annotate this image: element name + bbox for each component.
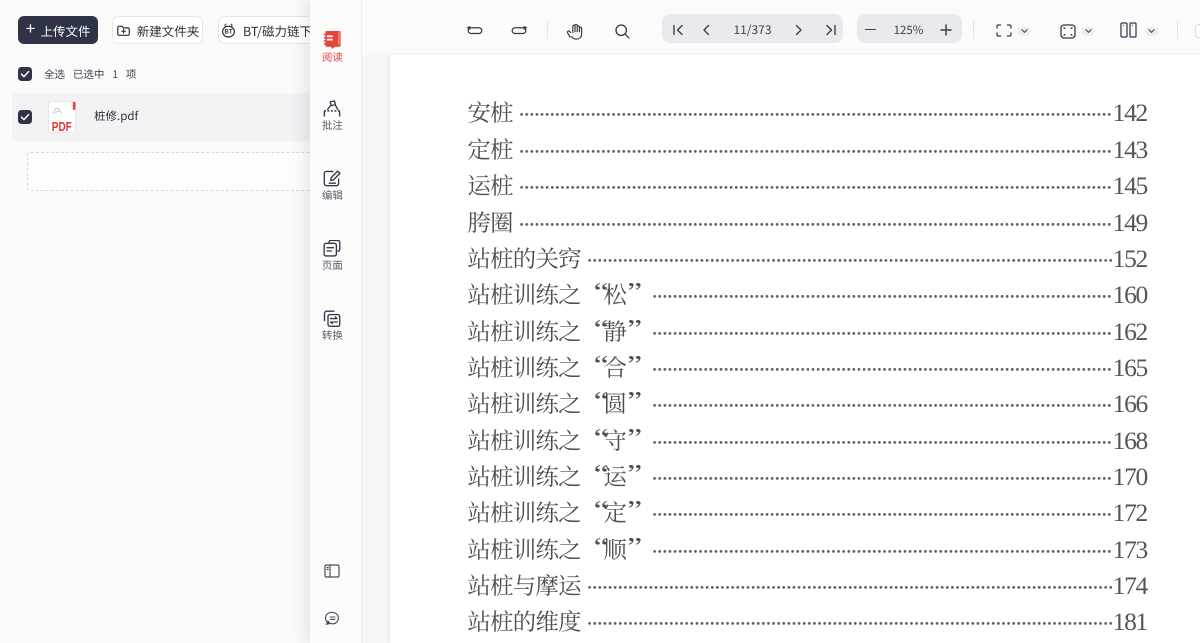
svg-text:BT: BT: [225, 29, 233, 35]
svg-text:PDF: PDF: [52, 121, 72, 133]
